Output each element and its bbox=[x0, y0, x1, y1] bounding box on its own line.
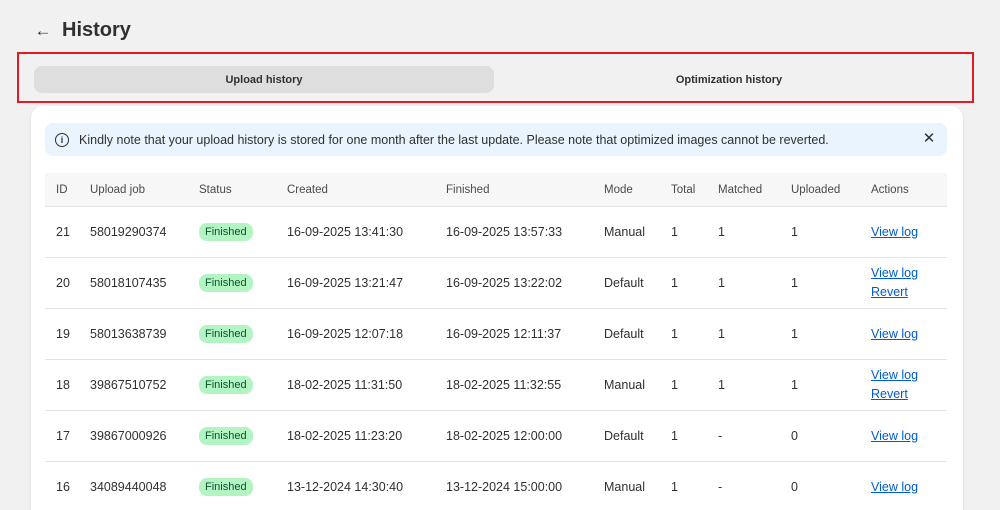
revert-link[interactable]: Revert bbox=[871, 283, 918, 302]
row-mode: Default bbox=[604, 276, 644, 290]
status-badge: Finished bbox=[199, 376, 253, 394]
row-created: 16-09-2025 13:21:47 bbox=[287, 276, 404, 290]
row-total: 1 bbox=[671, 225, 678, 239]
row-matched: - bbox=[718, 480, 723, 494]
column-header-status: Status bbox=[199, 183, 232, 196]
row-created: 16-09-2025 12:07:18 bbox=[287, 327, 404, 341]
column-header-id: ID bbox=[56, 183, 68, 196]
status-badge: Finished bbox=[199, 223, 253, 241]
tab-upload-history[interactable]: Upload history bbox=[34, 66, 494, 93]
row-matched: 1 bbox=[718, 378, 725, 392]
view-log-link[interactable]: View log bbox=[871, 427, 918, 446]
view-log-link[interactable]: View log bbox=[871, 325, 918, 344]
row-mode: Manual bbox=[604, 480, 645, 494]
view-log-link[interactable]: View log bbox=[871, 264, 918, 283]
row-id: 17 bbox=[56, 429, 70, 443]
history-tabs: Upload history Optimization history bbox=[34, 66, 964, 93]
table-row: 18 39867510752 Finished 18-02-2025 11:31… bbox=[45, 360, 947, 411]
row-created: 18-02-2025 11:31:50 bbox=[287, 378, 403, 392]
tab-optimization-history[interactable]: Optimization history bbox=[494, 66, 964, 93]
row-created: 16-09-2025 13:41:30 bbox=[287, 225, 404, 239]
status-badge: Finished bbox=[199, 478, 253, 496]
row-uploaded: 1 bbox=[791, 378, 798, 392]
table-row: 20 58018107435 Finished 16-09-2025 13:21… bbox=[45, 258, 947, 309]
banner-text: Kindly note that your upload history is … bbox=[79, 132, 829, 147]
row-id: 21 bbox=[56, 225, 70, 239]
row-uploaded: 1 bbox=[791, 276, 798, 290]
row-total: 1 bbox=[671, 378, 678, 392]
row-matched: 1 bbox=[718, 327, 725, 341]
row-upload-job: 39867000926 bbox=[90, 429, 167, 443]
view-log-link[interactable]: View log bbox=[871, 478, 918, 497]
close-icon[interactable]: ✕ bbox=[921, 131, 937, 147]
arrow-left-icon[interactable]: ← bbox=[34, 22, 52, 39]
column-header-upload-job: Upload job bbox=[90, 183, 145, 196]
row-mode: Manual bbox=[604, 378, 645, 392]
table-row: 16 34089440048 Finished 13-12-2024 14:30… bbox=[45, 462, 947, 510]
row-uploaded: 1 bbox=[791, 327, 798, 341]
row-id: 18 bbox=[56, 378, 70, 392]
info-banner: i Kindly note that your upload history i… bbox=[45, 123, 947, 156]
column-header-mode: Mode bbox=[604, 183, 633, 196]
page-header: ← History bbox=[34, 16, 131, 44]
row-total: 1 bbox=[671, 480, 678, 494]
column-header-uploaded: Uploaded bbox=[791, 183, 841, 196]
status-badge: Finished bbox=[199, 274, 253, 292]
row-created: 13-12-2024 14:30:40 bbox=[287, 480, 404, 494]
page-title: History bbox=[62, 18, 131, 41]
row-finished: 16-09-2025 13:22:02 bbox=[446, 276, 563, 290]
row-total: 1 bbox=[671, 276, 678, 290]
table-row: 17 39867000926 Finished 18-02-2025 11:23… bbox=[45, 411, 947, 462]
view-log-link[interactable]: View log bbox=[871, 223, 918, 242]
row-finished: 16-09-2025 12:11:37 bbox=[446, 327, 562, 341]
view-log-link[interactable]: View log bbox=[871, 366, 918, 385]
table-header: ID Upload job Status Created Finished Mo… bbox=[45, 173, 947, 207]
row-total: 1 bbox=[671, 429, 678, 443]
row-mode: Manual bbox=[604, 225, 645, 239]
row-upload-job: 39867510752 bbox=[90, 378, 167, 392]
column-header-finished: Finished bbox=[446, 183, 490, 196]
row-finished: 13-12-2024 15:00:00 bbox=[446, 480, 563, 494]
row-upload-job: 58019290374 bbox=[90, 225, 167, 239]
column-header-created: Created bbox=[287, 183, 328, 196]
history-card: i Kindly note that your upload history i… bbox=[31, 106, 963, 510]
column-header-actions: Actions bbox=[871, 183, 909, 196]
row-matched: 1 bbox=[718, 276, 725, 290]
row-upload-job: 58013638739 bbox=[90, 327, 167, 341]
row-mode: Default bbox=[604, 429, 644, 443]
row-total: 1 bbox=[671, 327, 678, 341]
revert-link[interactable]: Revert bbox=[871, 385, 918, 404]
row-finished: 18-02-2025 11:32:55 bbox=[446, 378, 562, 392]
row-id: 20 bbox=[56, 276, 70, 290]
table-row: 21 58019290374 Finished 16-09-2025 13:41… bbox=[45, 207, 947, 258]
row-uploaded: 0 bbox=[791, 429, 798, 443]
row-mode: Default bbox=[604, 327, 644, 341]
column-header-total: Total bbox=[671, 183, 696, 196]
row-id: 16 bbox=[56, 480, 70, 494]
row-finished: 18-02-2025 12:00:00 bbox=[446, 429, 563, 443]
status-badge: Finished bbox=[199, 427, 253, 445]
column-header-matched: Matched bbox=[718, 183, 763, 196]
row-matched: - bbox=[718, 429, 723, 443]
status-badge: Finished bbox=[199, 325, 253, 343]
row-uploaded: 0 bbox=[791, 480, 798, 494]
row-created: 18-02-2025 11:23:20 bbox=[287, 429, 403, 443]
row-id: 19 bbox=[56, 327, 70, 341]
row-finished: 16-09-2025 13:57:33 bbox=[446, 225, 563, 239]
row-matched: 1 bbox=[718, 225, 725, 239]
info-icon: i bbox=[55, 132, 69, 147]
table-row: 19 58013638739 Finished 16-09-2025 12:07… bbox=[45, 309, 947, 360]
row-uploaded: 1 bbox=[791, 225, 798, 239]
row-upload-job: 34089440048 bbox=[90, 480, 167, 494]
row-upload-job: 58018107435 bbox=[90, 276, 167, 290]
